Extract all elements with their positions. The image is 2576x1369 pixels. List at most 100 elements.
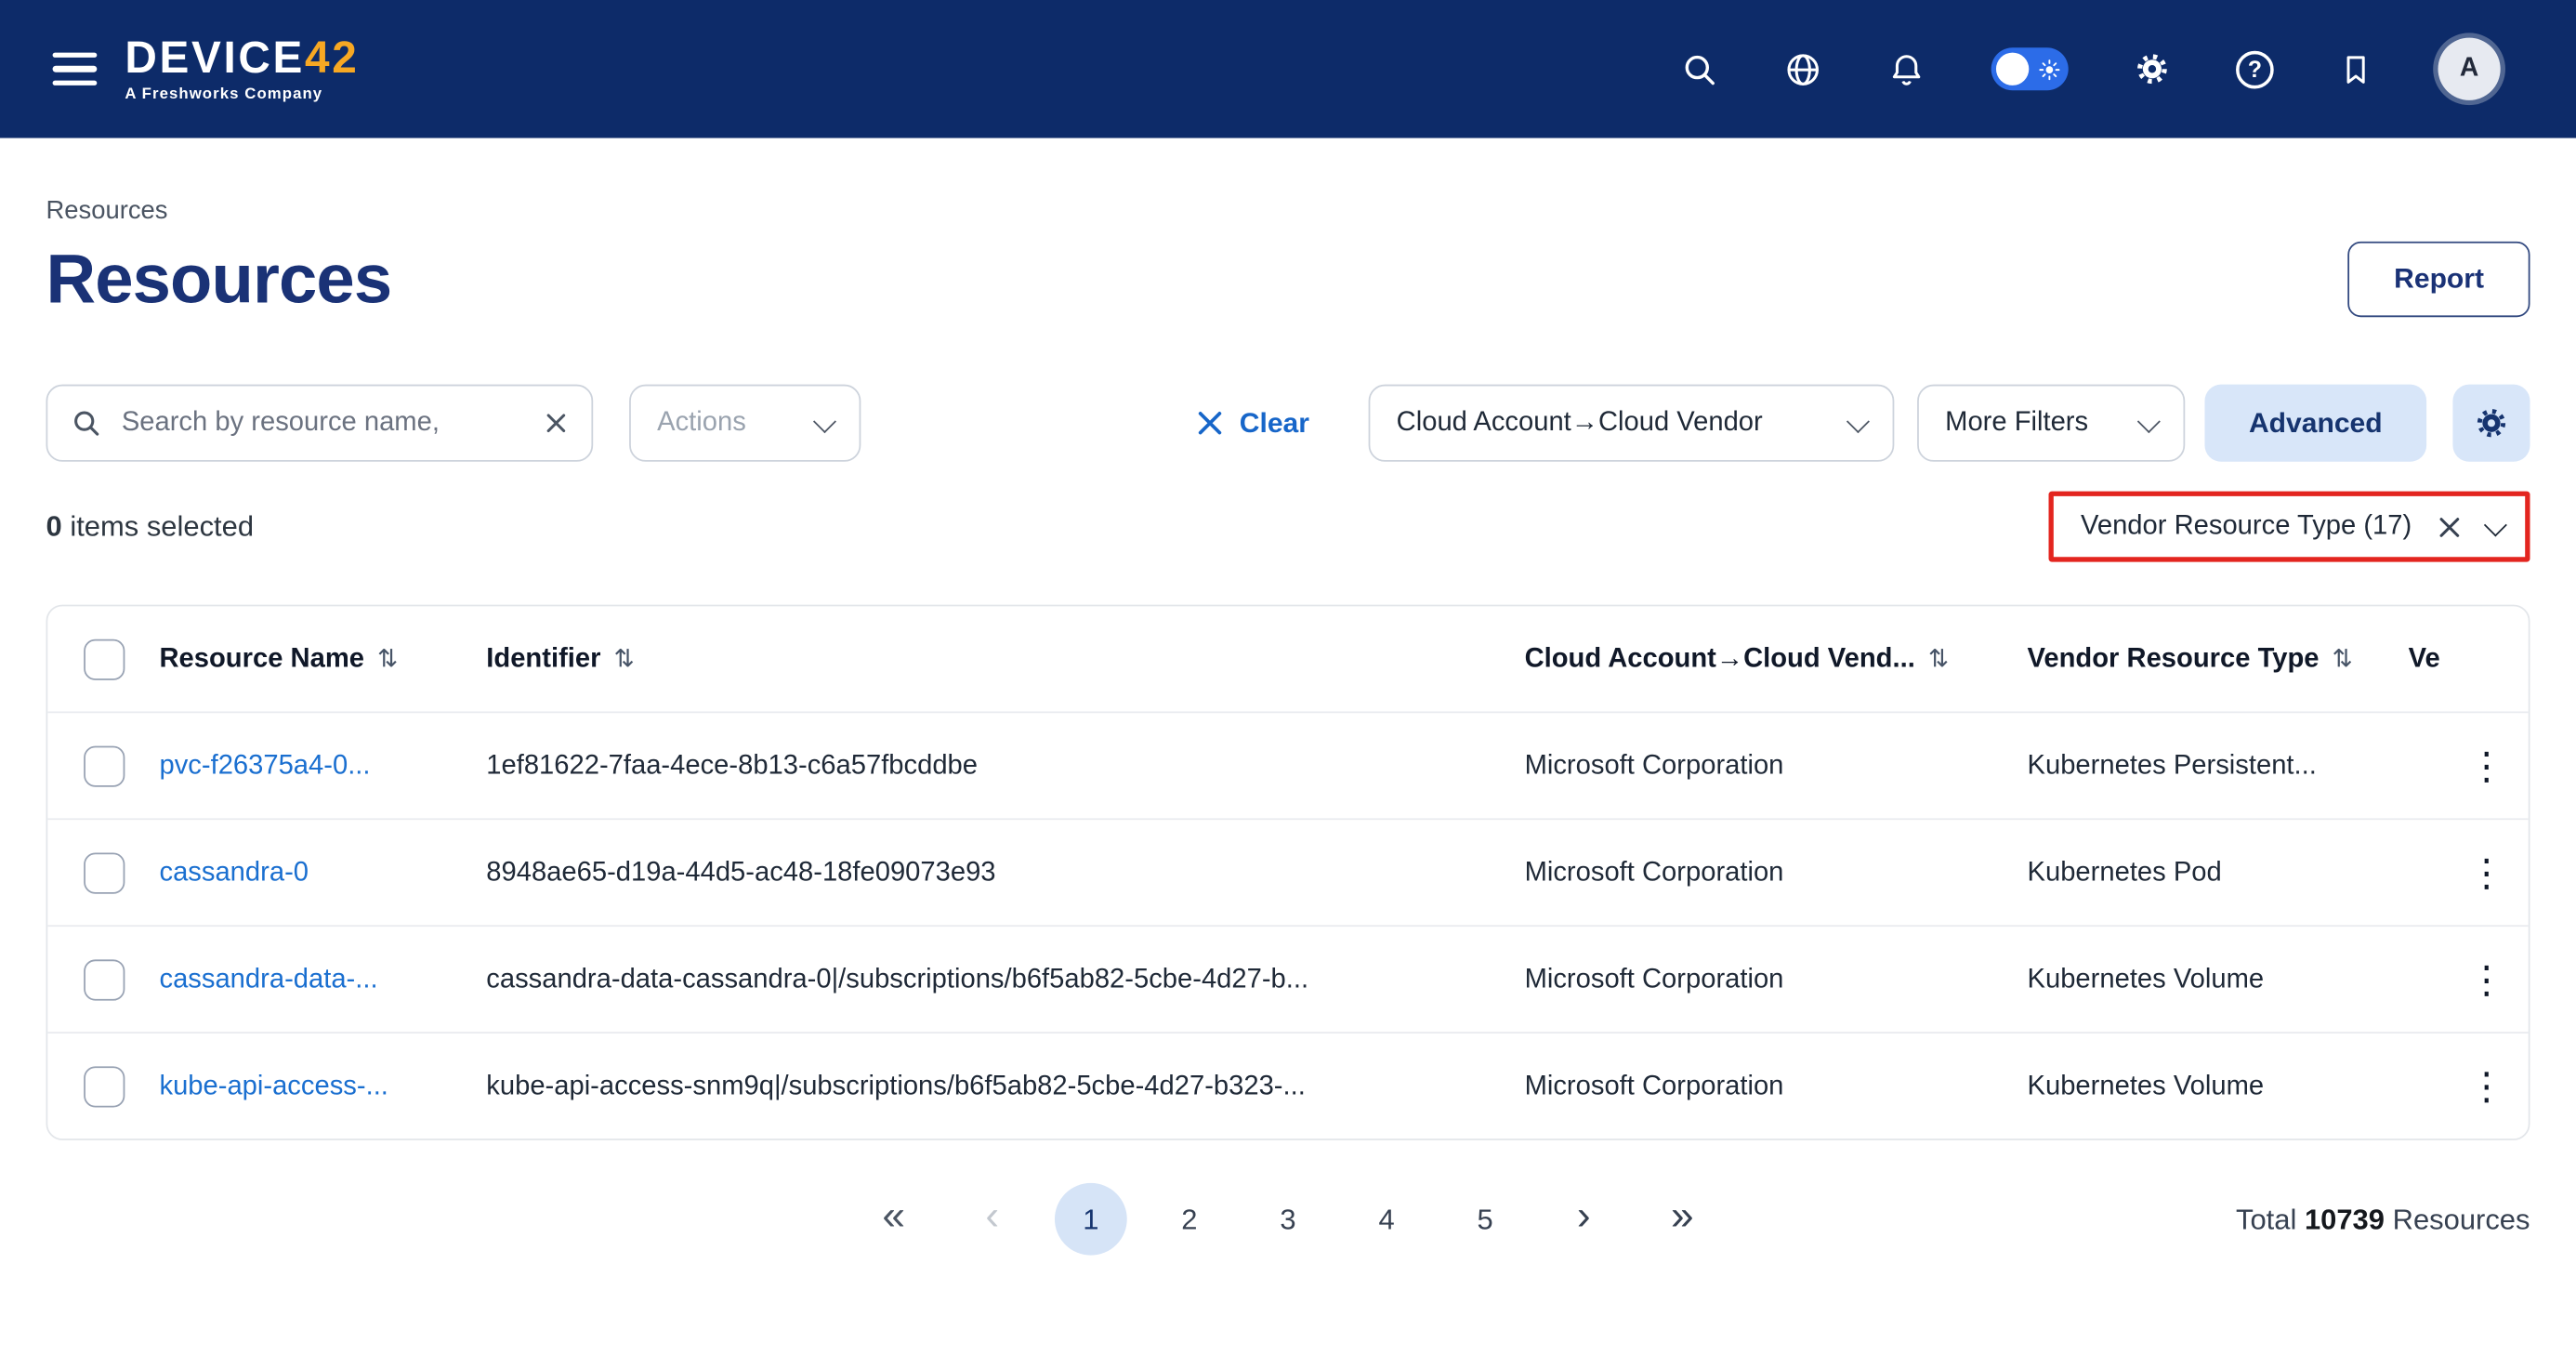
brand-logo[interactable]: DEVICE42 A Freshworks Company <box>125 35 359 102</box>
more-filters-dropdown[interactable]: More Filters <box>1917 385 2185 462</box>
bell-icon[interactable] <box>1887 50 1925 88</box>
total-suffix: Resources <box>2393 1202 2530 1234</box>
row-actions-kebab-icon[interactable]: ⋮ <box>2467 853 2505 891</box>
brand-text-main: DEVICE <box>125 33 305 82</box>
sort-icon: ⇅ <box>377 644 398 674</box>
sort-icon: ⇅ <box>2333 644 2353 674</box>
brand-text-accent: 42 <box>305 33 359 82</box>
first-page-button[interactable]: « <box>858 1183 930 1256</box>
pager: « ‹ 1 2 3 4 5 › » <box>858 1183 1718 1256</box>
chevron-down-icon <box>813 409 836 432</box>
actions-dropdown-label: Actions <box>657 407 746 439</box>
row-checkbox[interactable] <box>84 745 125 786</box>
vendor-resource-type-cell: Kubernetes Persistent... <box>2028 750 2409 782</box>
select-all-checkbox[interactable] <box>84 638 125 679</box>
gear-icon[interactable] <box>2134 51 2170 87</box>
column-header-truncated: Ve <box>2409 643 2445 675</box>
filter-bar: Actions Clear Cloud Account→Cloud Vendor… <box>46 385 2530 462</box>
page-title: Resources <box>46 240 391 319</box>
clear-search-icon[interactable] <box>544 411 569 436</box>
sort-icon: ⇅ <box>614 644 635 674</box>
resources-table: Resource Name ⇅ Identifier ⇅ Cloud Accou… <box>46 605 2530 1140</box>
resource-name-link[interactable]: pvc-f26375a4-0... <box>159 750 370 782</box>
previous-page-button[interactable]: ‹ <box>956 1183 1029 1256</box>
resource-name-link[interactable]: kube-api-access-... <box>159 1071 388 1102</box>
chevron-down-icon <box>2137 409 2161 432</box>
globe-icon[interactable] <box>1784 50 1822 88</box>
cloud-vendor-filter-dropdown[interactable]: Cloud Account→Cloud Vendor <box>1369 385 1895 462</box>
avatar-letter: A <box>2460 54 2478 84</box>
table-row: pvc-f26375a4-0... 1ef81622-7faa-4ece-8b1… <box>47 711 2528 818</box>
identifier-cell: 8948ae65-d19a-44d5-ac48-18fe09073e93 <box>486 857 1524 889</box>
table-header-row: Resource Name ⇅ Identifier ⇅ Cloud Accou… <box>47 606 2528 711</box>
identifier-cell: cassandra-data-cassandra-0|/subscription… <box>486 964 1524 995</box>
vendor-resource-type-cell: Kubernetes Pod <box>2028 857 2409 889</box>
resource-name-link[interactable]: cassandra-data-... <box>159 964 377 995</box>
column-header-vendor-resource-type[interactable]: Vendor Resource Type ⇅ <box>2028 643 2409 675</box>
column-header-cloud-account[interactable]: Cloud Account→Cloud Vend... ⇅ <box>1525 643 2028 675</box>
total-resources-text: Total 10739 Resources <box>1718 1202 2530 1236</box>
resource-name-link[interactable]: cassandra-0 <box>159 857 309 889</box>
header-checkbox-cell <box>47 638 159 679</box>
menu-icon[interactable] <box>53 52 98 86</box>
cloud-account-cell: Microsoft Corporation <box>1525 750 2028 782</box>
search-icon[interactable] <box>1681 50 1719 88</box>
page-button-3[interactable]: 3 <box>1252 1183 1324 1256</box>
page-button-2[interactable]: 2 <box>1153 1183 1226 1256</box>
column-label: Vendor Resource Type <box>2028 643 2320 675</box>
avatar[interactable]: A <box>2438 38 2500 100</box>
row-actions-kebab-icon[interactable]: ⋮ <box>2467 746 2505 784</box>
page-button-1[interactable]: 1 <box>1055 1183 1127 1256</box>
search-magnifier-icon <box>71 407 102 439</box>
toggle-knob <box>1996 53 2029 86</box>
navbar-actions: ? A <box>1681 38 2501 100</box>
total-prefix: Total <box>2236 1202 2296 1234</box>
row-checkbox[interactable] <box>84 1065 125 1106</box>
top-navbar: DEVICE42 A Freshworks Company <box>0 0 2576 138</box>
help-icon[interactable]: ? <box>2236 50 2274 88</box>
total-count: 10739 <box>2305 1202 2385 1234</box>
cloud-account-cell: Microsoft Corporation <box>1525 857 2028 889</box>
actions-dropdown[interactable]: Actions <box>629 385 861 462</box>
resource-search-box[interactable] <box>46 385 593 462</box>
page-button-4[interactable]: 4 <box>1350 1183 1423 1256</box>
report-button[interactable]: Report <box>2348 242 2530 317</box>
row-actions-kebab-icon[interactable]: ⋮ <box>2467 1067 2505 1105</box>
selected-count-text: 0 items selected <box>46 509 254 544</box>
column-header-resource-name[interactable]: Resource Name ⇅ <box>159 643 486 675</box>
chevron-down-icon <box>1847 409 1870 432</box>
help-glyph: ? <box>2236 50 2274 88</box>
theme-toggle[interactable] <box>1991 47 2069 90</box>
sun-icon <box>2039 59 2060 88</box>
cloud-account-cell: Microsoft Corporation <box>1525 964 2028 995</box>
table-settings-gear-button[interactable] <box>2452 385 2530 462</box>
breadcrumb[interactable]: Resources <box>46 197 2530 227</box>
remove-filter-x-icon[interactable] <box>2437 513 2463 539</box>
main-content: Resources Resources Report Actions <box>0 197 2576 1255</box>
clear-filters-button[interactable]: Clear <box>1197 407 1309 440</box>
column-label: Cloud Account→Cloud Vend... <box>1525 643 1915 675</box>
sort-icon: ⇅ <box>1928 644 1949 674</box>
column-label: Identifier <box>486 643 600 675</box>
bookmark-icon[interactable] <box>2339 50 2372 88</box>
column-header-identifier[interactable]: Identifier ⇅ <box>486 643 1524 675</box>
selection-row: 0 items selected Vendor Resource Type (1… <box>46 492 2530 562</box>
identifier-cell: kube-api-access-snm9q|/subscriptions/b6f… <box>486 1071 1524 1102</box>
row-checkbox[interactable] <box>84 852 125 893</box>
identifier-cell: 1ef81622-7faa-4ece-8b13-c6a57fbcddbe <box>486 750 1524 782</box>
column-label: Resource Name <box>159 643 364 675</box>
active-filter-chip-label[interactable]: Vendor Resource Type (17) <box>2081 511 2412 543</box>
last-page-button[interactable]: » <box>1646 1183 1718 1256</box>
page-button-5[interactable]: 5 <box>1449 1183 1521 1256</box>
brand-subtitle: A Freshworks Company <box>125 86 359 102</box>
filter-chip-chevron-down-icon[interactable] <box>2488 519 2504 535</box>
row-actions-kebab-icon[interactable]: ⋮ <box>2467 960 2505 998</box>
cloud-account-cell: Microsoft Corporation <box>1525 1071 2028 1102</box>
title-row: Resources Report <box>46 240 2530 319</box>
row-checkbox[interactable] <box>84 959 125 1000</box>
clear-x-icon <box>1197 409 1225 437</box>
search-input[interactable] <box>118 406 527 441</box>
advanced-button[interactable]: Advanced <box>2204 385 2426 462</box>
vendor-resource-type-cell: Kubernetes Volume <box>2028 1071 2409 1102</box>
next-page-button[interactable]: › <box>1547 1183 1620 1256</box>
